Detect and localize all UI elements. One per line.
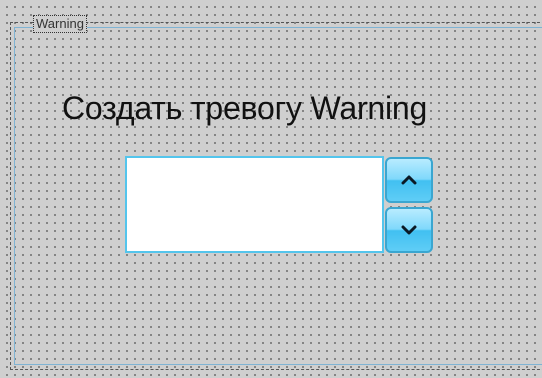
spin-up-button[interactable] <box>385 157 433 203</box>
alarm-title: Создать тревогу Warning <box>62 90 428 126</box>
group-legend: Warning <box>33 15 87 33</box>
chevron-down-icon <box>401 225 417 235</box>
alarm-value-field[interactable] <box>125 156 384 253</box>
chevron-up-icon <box>401 175 417 185</box>
spin-down-button[interactable] <box>385 207 433 253</box>
